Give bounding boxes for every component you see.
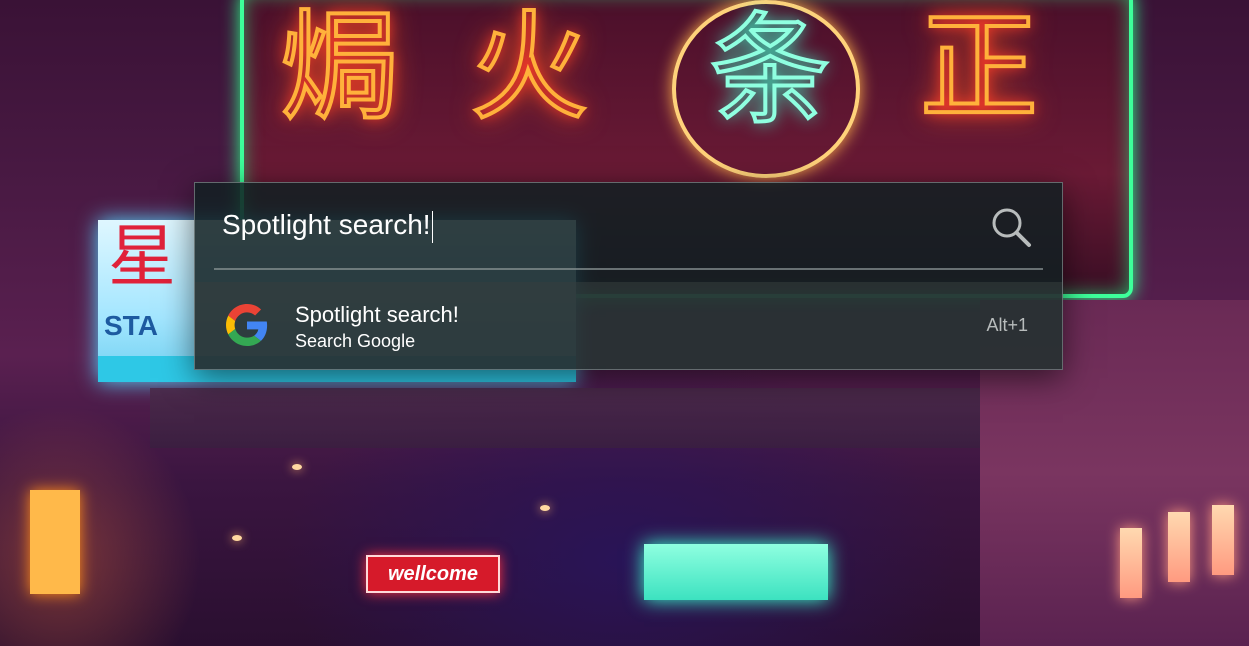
street-lamp — [540, 505, 550, 511]
street-lamp — [292, 464, 302, 470]
result-title: Spotlight search! — [295, 302, 459, 327]
window-light — [1168, 512, 1190, 582]
teal-shop-sign — [644, 544, 828, 600]
search-divider — [214, 268, 1043, 270]
street-lamp — [232, 535, 242, 541]
search-row: Spotlight search! — [195, 183, 1062, 269]
shop-sign-text: STA — [104, 310, 158, 341]
neon-glyph: 火 — [468, 0, 590, 136]
search-result-item[interactable]: Spotlight search! Search Google Alt+1 — [195, 282, 1062, 369]
spotlight-panel: Spotlight search! Spotlight search! Sear… — [194, 182, 1063, 370]
desktop-wallpaper: 焗 火 条 正 星 STA wellcome Spotlight search! — [0, 0, 1249, 646]
overpass — [150, 388, 980, 448]
window-light — [1212, 505, 1234, 575]
neon-glyph: 条 — [708, 2, 832, 141]
search-icon[interactable] — [989, 205, 1033, 249]
window-light — [1120, 528, 1142, 598]
text-caret — [431, 210, 433, 243]
neon-glyph: 焗 — [278, 0, 400, 136]
search-query-text: Spotlight search! — [222, 209, 431, 240]
neon-glyph: 正 — [918, 0, 1040, 136]
wellcome-sign: wellcome — [366, 555, 500, 593]
result-shortcut: Alt+1 — [986, 315, 1028, 335]
search-input[interactable]: Spotlight search! — [222, 205, 982, 245]
result-subtitle: Search Google — [295, 331, 416, 351]
shop-sign-glyph: 星 — [108, 218, 177, 297]
google-icon — [226, 304, 268, 346]
orange-shop-sign — [30, 490, 80, 594]
